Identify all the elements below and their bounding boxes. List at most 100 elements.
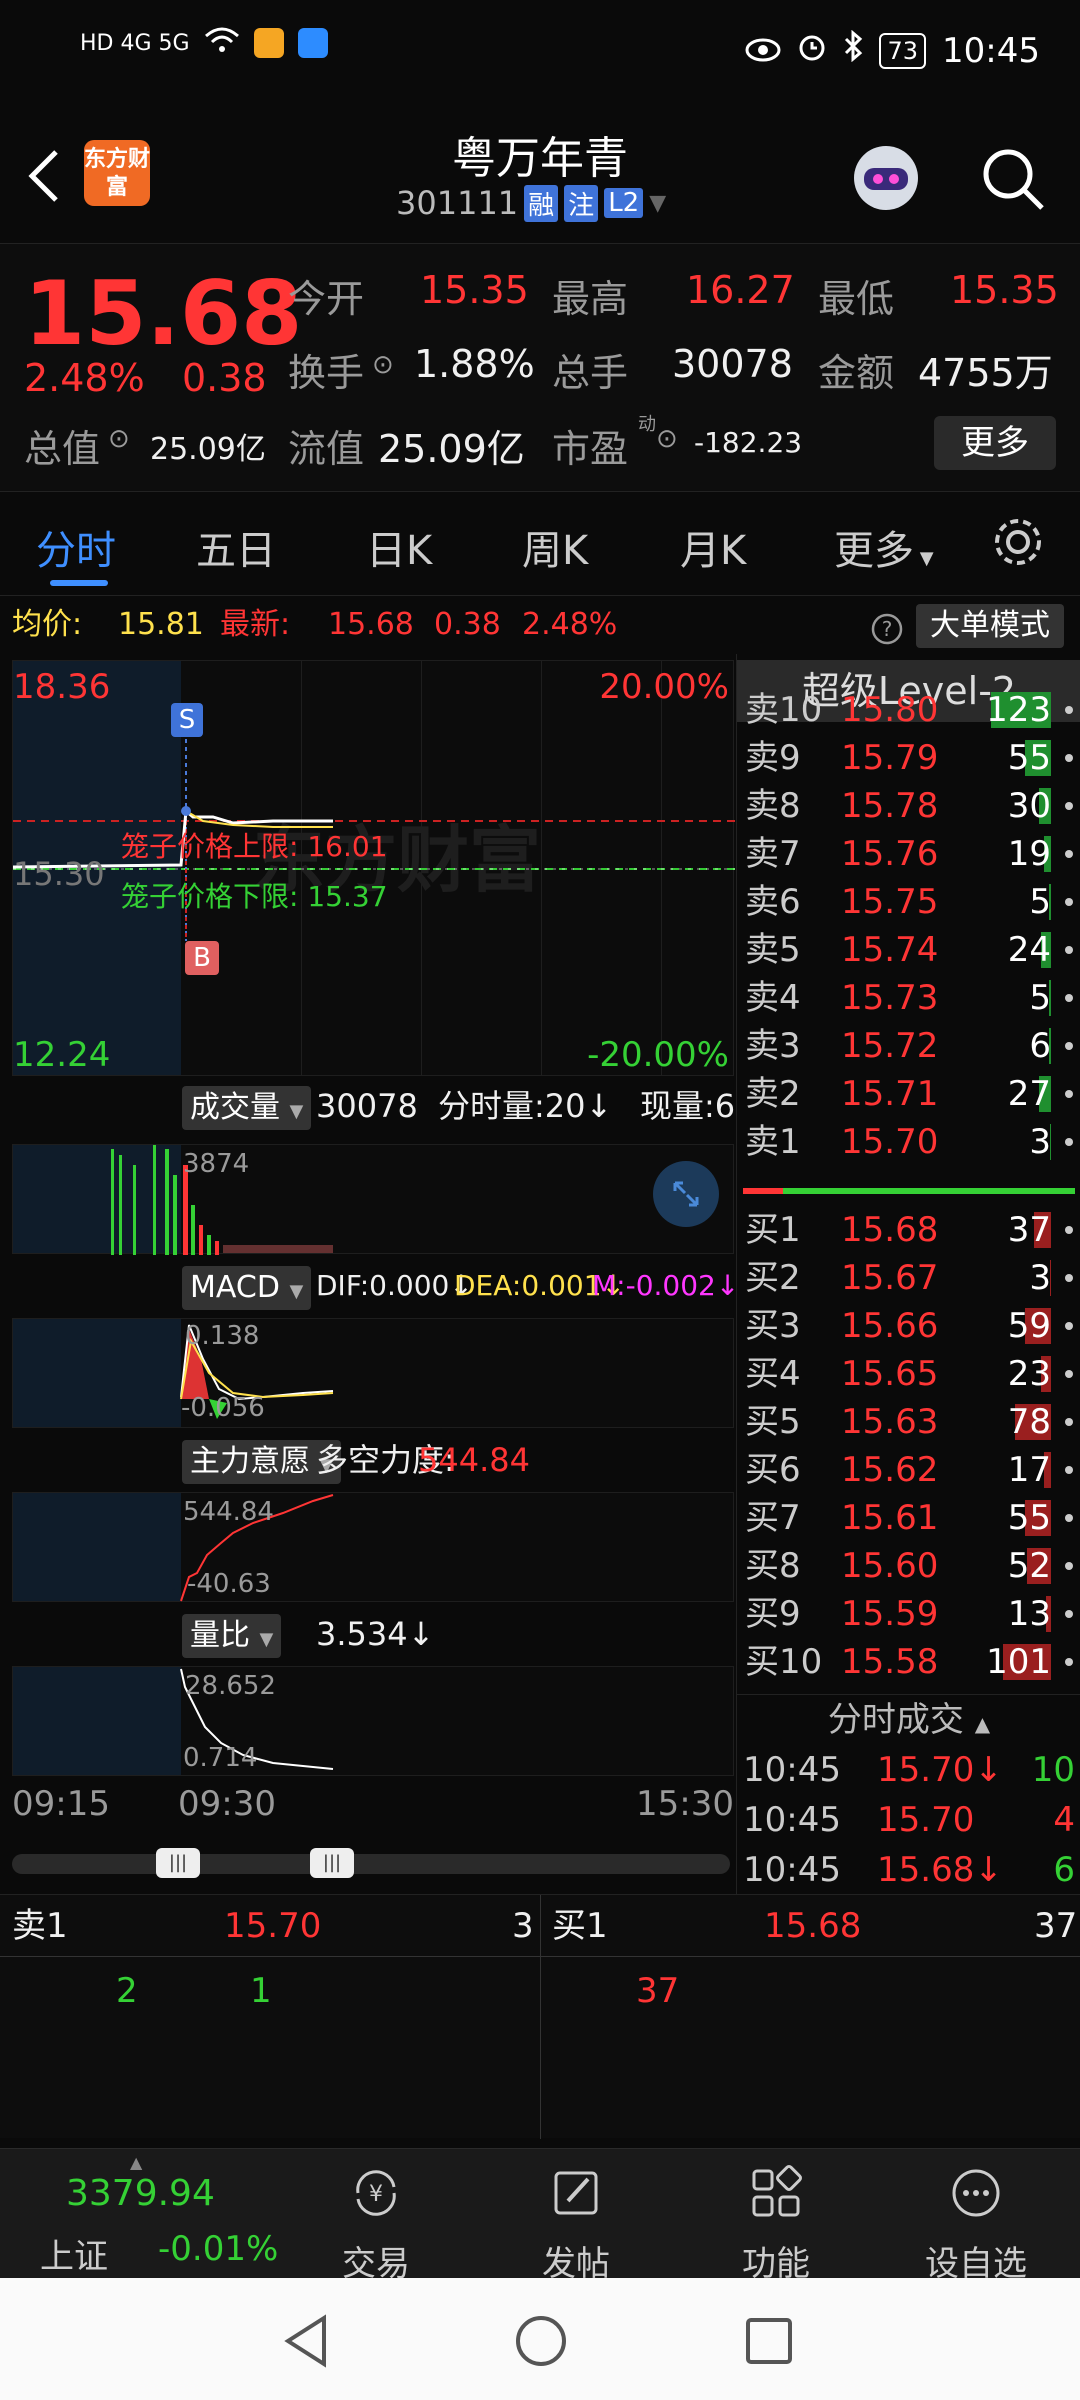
force-bottom-label: -40.63: [187, 1569, 271, 1599]
big-order-mode-button[interactable]: 大单模式: [916, 604, 1064, 648]
ask-row[interactable]: 卖3 15.72 6: [737, 1022, 1080, 1070]
price-chart[interactable]: 东方财富 S B 18.36 20.00% 15.30 12.24 -20.00…: [12, 660, 735, 1076]
nav-add-watchlist[interactable]: 设自选: [876, 2149, 1076, 2284]
pe-value: -182.23: [694, 426, 803, 459]
queue-dot-icon: [1065, 802, 1073, 810]
latest-change: 0.38: [434, 607, 501, 642]
stock-code-row[interactable]: 301111 融 注 L2 ▼: [396, 184, 666, 222]
system-back-icon[interactable]: [282, 2314, 332, 2372]
ask-row[interactable]: 卖2 15.71 27: [737, 1070, 1080, 1118]
ask-price: 15.80: [841, 690, 939, 730]
bid-row[interactable]: 买1 15.68 37: [737, 1206, 1080, 1254]
ask-row[interactable]: 卖4 15.73 5: [737, 974, 1080, 1022]
queue-dot-icon: [1065, 1226, 1073, 1234]
nav-post[interactable]: 发帖: [476, 2149, 676, 2284]
bid-level-label: 买7: [745, 1498, 801, 1538]
bid-level-label: 买1: [745, 1210, 801, 1250]
trade-price: 15.70: [877, 1800, 975, 1840]
ask-row[interactable]: 卖10 15.80 123: [737, 686, 1080, 734]
search-icon[interactable]: [978, 144, 1048, 218]
bid-row[interactable]: 买9 15.59 13: [737, 1590, 1080, 1638]
ask-row[interactable]: 卖6 15.75 5: [737, 878, 1080, 926]
mini-buy-volume: 37: [1034, 1906, 1078, 1946]
trade-volume: 6: [1053, 1850, 1075, 1890]
time-range-slider[interactable]: ||| |||: [12, 1848, 730, 1878]
bid-row[interactable]: 买4 15.65 23: [737, 1350, 1080, 1398]
ratio-selector-label: 量比: [190, 1618, 250, 1653]
bid-volume: 23: [1007, 1354, 1051, 1394]
bid-volume: 55: [1007, 1498, 1051, 1538]
index-ticker[interactable]: ▲ 3379.94 上证 -0.01%: [0, 2149, 300, 2279]
tab-five-day[interactable]: 五日: [196, 518, 276, 576]
trade-row: 10:45 15.70↓ 10: [737, 1746, 1080, 1794]
buy-marker[interactable]: B: [185, 941, 219, 975]
intraday-charts[interactable]: 东方财富 S B 18.36 20.00% 15.30 12.24 -20.00…: [0, 654, 739, 1884]
volume-indicator-select[interactable]: 成交量 ▼: [182, 1086, 312, 1130]
macd-chart[interactable]: 0.138 -0.056: [12, 1318, 734, 1428]
sell-order-item: 2: [116, 1971, 138, 2011]
queue-dot-icon: [1065, 1658, 1073, 1666]
expand-icon[interactable]: [653, 1161, 719, 1227]
index-name: 上证: [40, 2237, 108, 2277]
ask-row[interactable]: 卖9 15.79 55: [737, 734, 1080, 782]
trades-title: 分时成交: [827, 1700, 964, 1740]
ask-volume: 27: [1007, 1074, 1051, 1114]
caret-up-icon: ▲: [974, 1712, 991, 1736]
system-home-icon[interactable]: [514, 2314, 568, 2372]
slider-handle-left[interactable]: |||: [156, 1848, 200, 1878]
bid-row[interactable]: 买5 15.63 78: [737, 1398, 1080, 1446]
tab-more[interactable]: 更多 ▼: [834, 518, 934, 576]
nav-functions[interactable]: 功能: [676, 2149, 876, 2284]
info-icon[interactable]: ⊙: [372, 350, 394, 380]
bid-row[interactable]: 买6 15.62 17: [737, 1446, 1080, 1494]
ask-row[interactable]: 卖8 15.78 30: [737, 782, 1080, 830]
sell-marker[interactable]: S: [171, 703, 203, 737]
queue-dot-icon: [1065, 1138, 1073, 1146]
ask-row[interactable]: 卖7 15.76 19: [737, 830, 1080, 878]
bid-level-label: 买5: [745, 1402, 801, 1442]
tab-intraday[interactable]: 分时: [36, 518, 116, 576]
ask-row[interactable]: 卖1 15.70 3: [737, 1118, 1080, 1166]
info-icon[interactable]: ⊙: [656, 424, 678, 454]
tab-monthly-k[interactable]: 月K: [680, 518, 746, 576]
more-button[interactable]: 更多: [934, 416, 1056, 470]
slider-handle-right[interactable]: |||: [310, 1848, 354, 1878]
sell-order-item: 1: [250, 1971, 272, 2011]
ask-level-label: 卖10: [745, 690, 823, 730]
bid-row[interactable]: 买7 15.61 55: [737, 1494, 1080, 1542]
bid-row[interactable]: 买3 15.66 59: [737, 1302, 1080, 1350]
bid-price: 15.67: [841, 1258, 939, 1298]
bid-row[interactable]: 买2 15.67 3: [737, 1254, 1080, 1302]
force-chart[interactable]: 544.84 -40.63: [12, 1492, 734, 1602]
volume-value: 30078: [672, 342, 793, 386]
info-icon[interactable]: ⊙: [108, 424, 130, 454]
trades-header[interactable]: 分时成交 ▲: [737, 1694, 1080, 1744]
top-pct-label: 20.00%: [599, 667, 729, 707]
ask-volume: 24: [1007, 930, 1051, 970]
robot-assistant-icon[interactable]: [846, 138, 926, 222]
tab-weekly-k[interactable]: 周K: [522, 518, 588, 576]
bid-row[interactable]: 买10 15.58 101: [737, 1638, 1080, 1686]
change-pct: 2.48%: [24, 356, 145, 400]
ask-level-label: 卖6: [745, 882, 801, 922]
caret-down-icon: ▼: [649, 190, 667, 216]
caret-up-icon: ▲: [130, 2153, 143, 2172]
trade-row: 10:45 15.68↓ 6: [737, 1846, 1080, 1894]
ratio-chart[interactable]: 28.652 0.714: [12, 1666, 734, 1776]
tab-daily-k[interactable]: 日K: [366, 518, 432, 576]
bid-row[interactable]: 买8 15.60 52: [737, 1542, 1080, 1590]
bid-price: 15.61: [841, 1498, 939, 1538]
settings-gear-icon[interactable]: [990, 514, 1046, 574]
macd-indicator-select[interactable]: MACD ▼: [182, 1266, 312, 1310]
status-bar: HD 4G 5G 73 10:45: [0, 0, 1080, 108]
nav-trade[interactable]: ¥ 交易: [276, 2149, 476, 2284]
volume-chart[interactable]: 3874: [12, 1144, 734, 1255]
ask-row[interactable]: 卖5 15.74 24: [737, 926, 1080, 974]
eye-icon: [745, 31, 781, 71]
system-recents-icon[interactable]: [744, 2316, 794, 2370]
ratio-indicator-select[interactable]: 量比 ▼: [182, 1614, 282, 1658]
time-open: 09:30: [178, 1784, 276, 1824]
bid-level-label: 买4: [745, 1354, 801, 1394]
svg-text:¥: ¥: [369, 2182, 383, 2207]
bid-level-label: 买8: [745, 1546, 801, 1586]
